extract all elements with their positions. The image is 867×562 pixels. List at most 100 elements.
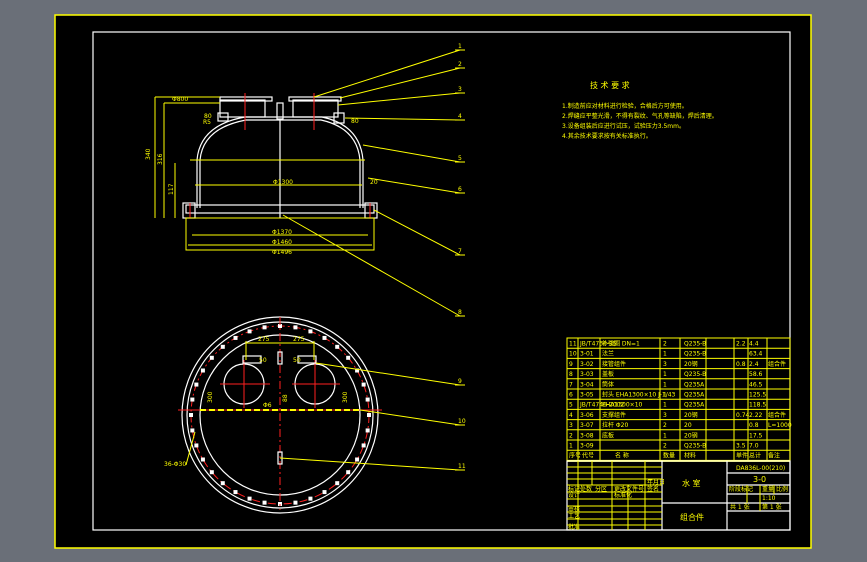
parts-cell: 20钢 xyxy=(684,431,698,439)
callout-label: 1 xyxy=(458,43,462,50)
parts-cell: 3-03 xyxy=(580,371,594,378)
parts-cell: 2.22 xyxy=(749,412,763,419)
parts-cell: 3-02 xyxy=(580,361,594,368)
parts-cell: 3-06 xyxy=(580,412,594,419)
parts-cell: 4 xyxy=(569,412,573,419)
bolt-hole xyxy=(335,481,340,486)
parts-cell: Q235-B xyxy=(684,351,706,358)
parts-cell: 20钢 xyxy=(684,360,698,368)
bolt-hole xyxy=(361,443,366,448)
callout-label: 11 xyxy=(458,463,466,470)
dim-small-right: 50 xyxy=(293,357,301,364)
parts-cell: 20钢 xyxy=(684,411,698,419)
bolt-hole xyxy=(293,325,298,330)
parts-cell: Q235A xyxy=(684,402,705,409)
parts-cell: Q235-B xyxy=(684,341,706,348)
parts-cell: 1 xyxy=(663,351,667,358)
bolt-hole xyxy=(190,428,195,433)
parts-cell: 1 xyxy=(569,443,573,450)
callout-label: 2 xyxy=(458,61,462,68)
parts-header: 单件 xyxy=(736,452,748,460)
parts-cell: 2 xyxy=(663,341,667,348)
bolt-hole xyxy=(346,355,351,360)
weight-value: 1:10 xyxy=(762,495,776,502)
bolt-hole xyxy=(346,470,351,475)
part-subtitle: 组合件 xyxy=(680,512,704,522)
parts-header: 材料 xyxy=(684,452,696,460)
dim-height-inner: 316 xyxy=(157,153,164,165)
bolt-hole xyxy=(365,397,370,402)
callout-label: 6 xyxy=(458,186,462,193)
bolt-hole xyxy=(200,368,205,373)
dim-nozzle-right: 80 xyxy=(351,118,359,125)
parts-cell: 8 xyxy=(569,371,573,378)
bolt-hole xyxy=(209,470,214,475)
notes-title: 技 术 要 求 xyxy=(590,80,630,90)
parts-cell: 0.74 xyxy=(736,412,750,419)
parts-cell: 3-04 xyxy=(580,381,594,388)
dim-dia-3: Φ1496 xyxy=(272,249,292,256)
bolt-hole xyxy=(247,496,252,501)
bolt-hole xyxy=(190,397,195,402)
parts-cell: 3.5 xyxy=(736,443,746,450)
parts-cell: 125.5 xyxy=(749,392,766,399)
parts-cell: 1 xyxy=(663,371,667,378)
parts-cell: 7 xyxy=(569,381,573,388)
sheet-number: 第 1 张 xyxy=(762,503,782,511)
callout-label: 4 xyxy=(458,113,462,120)
tb-label-process: 工艺 xyxy=(568,512,580,520)
callout-label: 10 xyxy=(458,418,466,425)
parts-cell: 3-07 xyxy=(580,422,594,429)
parts-cell: 2.2 xyxy=(736,341,746,348)
parts-cell: 接管组件 xyxy=(602,360,626,368)
parts-cell: 46.5 xyxy=(749,381,763,388)
parts-cell: 0.8 xyxy=(736,361,746,368)
bolt-hole xyxy=(322,490,327,495)
parts-cell: 3 xyxy=(663,412,667,419)
note-line: 3.设备组装后应进行试压，试验压力3.5mm。 xyxy=(562,122,685,130)
callout-label: 8 xyxy=(458,309,462,316)
parts-header: 数量 xyxy=(663,452,675,460)
dim-bolt: 36-Φ30 xyxy=(164,461,186,468)
parts-cell: 组合件 xyxy=(768,411,786,419)
parts-cell: 7.0 xyxy=(749,443,759,450)
note-line: 2.焊缝应平整光滑，不得有裂纹、气孔等缺陷，焊后清理。 xyxy=(562,112,718,120)
dim-right-offset: 275 xyxy=(293,336,305,343)
dim-right-h: 300 xyxy=(342,391,349,403)
bolt-hole xyxy=(308,496,313,501)
bolt-hole xyxy=(262,500,267,505)
bolt-hole xyxy=(365,428,370,433)
parts-cell: 4.4 xyxy=(749,341,759,348)
bolt-hole xyxy=(247,329,252,334)
parts-cell: 2 xyxy=(569,432,573,439)
parts-cell: 补强圈 DN=1 xyxy=(602,340,640,348)
parts-header: 名 称 xyxy=(615,452,629,460)
parts-header: 序号 xyxy=(569,452,581,460)
dim-height-shell: 117 xyxy=(168,183,175,195)
tb-label-zone: 分区 xyxy=(595,485,607,493)
parts-cell: L=1000 xyxy=(768,422,792,429)
parts-cell: 6 xyxy=(569,392,573,399)
bolt-hole xyxy=(220,481,225,486)
parts-cell: 2 xyxy=(663,443,667,450)
parts-header: 备注 xyxy=(768,452,780,460)
weight-label: 重量 xyxy=(762,485,774,493)
bolt-hole xyxy=(308,329,313,334)
dim-small-left: 50 xyxy=(259,357,267,364)
callout-label: 3 xyxy=(458,86,462,93)
tb-label-review: 审核 xyxy=(568,505,580,513)
dim-center-note: Φ6 xyxy=(263,402,272,409)
parts-cell: 3-08 xyxy=(580,432,594,439)
dim-nozzle-left: 80 xyxy=(204,113,212,120)
bolt-hole xyxy=(361,382,366,387)
bolt-hole xyxy=(194,382,199,387)
note-line: 4.其余技术要求按有关标准执行。 xyxy=(562,132,652,140)
parts-cell: Q235-B xyxy=(684,371,706,378)
cad-drawing: 技 术 要 求 1.制造前应对材料进行检验，合格后方可使用。 2.焊缝应平整光滑… xyxy=(54,14,812,549)
bolt-hole xyxy=(220,344,225,349)
callout-label: 9 xyxy=(458,378,462,385)
scale-label: 比例 xyxy=(776,485,788,493)
tb-label-date: 年月日 xyxy=(647,478,665,486)
parts-header: 代号 xyxy=(582,452,594,460)
parts-cell: 盖板 xyxy=(602,370,614,378)
